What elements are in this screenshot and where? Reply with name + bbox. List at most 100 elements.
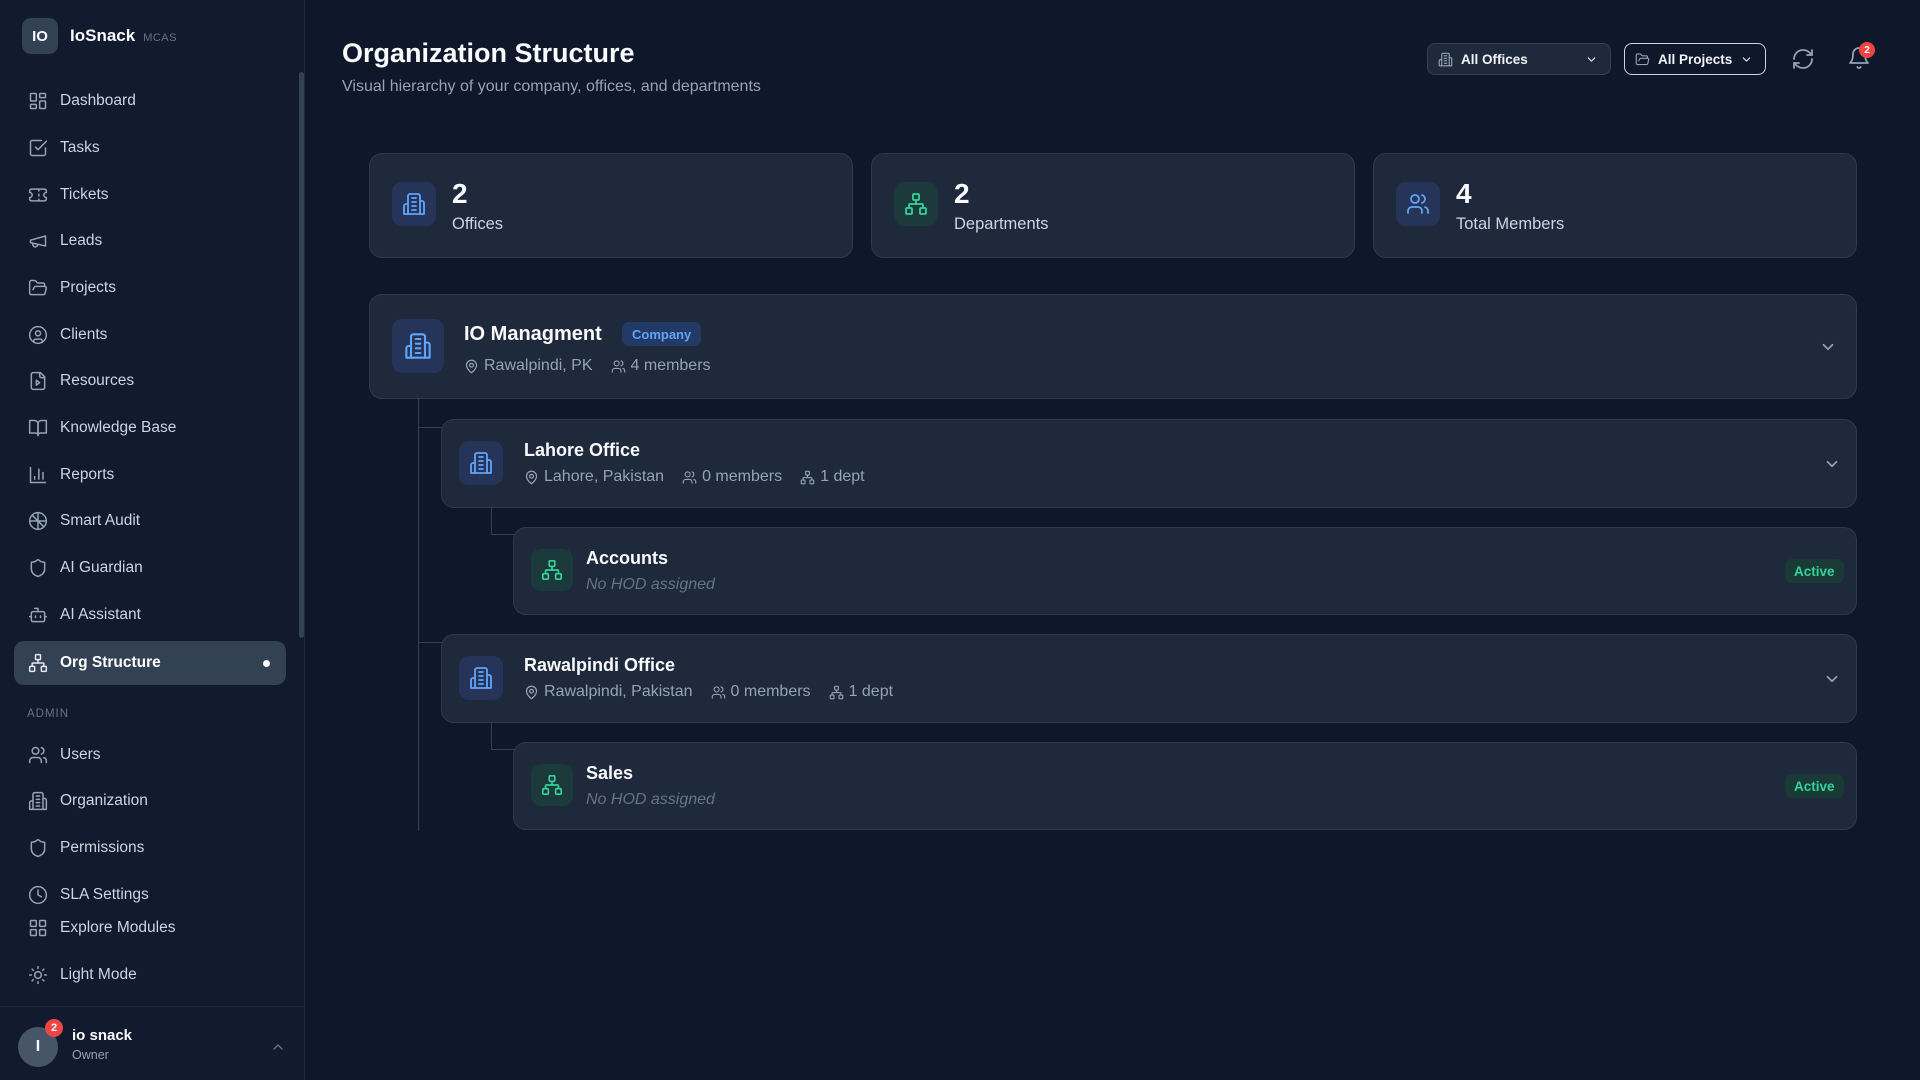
refresh-icon[interactable] <box>1791 47 1815 71</box>
chevron-down-icon[interactable] <box>1819 338 1837 356</box>
office-location: Lahore, Pakistan <box>524 468 664 486</box>
sidebar-item-org-structure[interactable]: Org Structure <box>14 641 286 685</box>
page-title: Organization Structure <box>342 38 635 68</box>
brand-tag: MCAS <box>143 31 177 44</box>
sidebar-item-label: Projects <box>60 279 116 296</box>
sidebar-item-leads[interactable]: Leads <box>14 219 286 263</box>
sidebar-item-label: Permissions <box>60 839 145 856</box>
stat-label: Offices <box>452 215 504 233</box>
department-hod: No HOD assigned <box>586 791 715 808</box>
chevron-down-icon[interactable] <box>1823 670 1841 688</box>
stat-value: 2 <box>452 178 468 209</box>
dashboard-icon <box>28 91 48 111</box>
members-text: 4 members <box>630 357 711 374</box>
sidebar-item-label: AI Assistant <box>60 606 141 623</box>
offices-filter[interactable]: All Offices <box>1427 43 1611 75</box>
users-icon <box>1406 192 1430 216</box>
user-notification-badge: 2 <box>45 1019 63 1037</box>
chevron-down-icon <box>1585 53 1598 66</box>
sidebar-item-label: Organization <box>60 792 148 809</box>
department-icon-box <box>531 764 573 806</box>
sidebar-item-reports[interactable]: Reports <box>14 453 286 497</box>
brand-name: IoSnack <box>70 26 136 45</box>
sidebar-scrollbar[interactable] <box>299 72 304 638</box>
sidebar-item-label: Clients <box>60 326 108 343</box>
sidebar-item-smart-audit[interactable]: Smart Audit <box>14 499 286 543</box>
sidebar-item-tickets[interactable]: Tickets <box>14 173 286 217</box>
stat-card-total-members: 4 Total Members <box>1373 153 1857 258</box>
notifications-button[interactable]: 2 <box>1847 42 1875 72</box>
brand[interactable]: IO IoSnack MCAS <box>22 18 177 54</box>
sidebar-item-label: Leads <box>60 232 103 249</box>
sidebar-item-knowledge-base[interactable]: Knowledge Base <box>14 406 286 450</box>
users-icon <box>682 470 697 485</box>
sidebar-item-tasks[interactable]: Tasks <box>14 126 286 170</box>
projects-filter[interactable]: All Projects <box>1624 43 1766 75</box>
sidebar-item-label: AI Guardian <box>60 559 143 576</box>
sidebar-item-clients[interactable]: Clients <box>14 313 286 357</box>
sun-icon <box>28 965 48 985</box>
status-badge: Active <box>1785 774 1844 798</box>
bar-chart-icon <box>28 465 48 485</box>
clock-icon <box>28 885 48 905</box>
ticket-icon <box>28 185 48 205</box>
company-name: IO Managment <box>464 323 602 345</box>
sidebar-item-label: Light Mode <box>60 966 137 983</box>
network-icon <box>829 685 844 700</box>
network-icon <box>904 192 928 216</box>
sidebar-item-label: Tasks <box>60 139 100 156</box>
sidebar-item-organization[interactable]: Organization <box>14 779 286 823</box>
folder-icon <box>1635 52 1650 67</box>
bot-icon <box>28 605 48 625</box>
office-members: 0 members <box>711 683 811 701</box>
active-indicator <box>263 660 270 667</box>
department-node-accounts[interactable]: Accounts No HOD assigned Active <box>513 527 1857 615</box>
sidebar-item-explore-modules[interactable]: Explore Modules <box>14 906 286 950</box>
tasks-icon <box>28 138 48 158</box>
book-icon <box>28 418 48 438</box>
location-text: Lahore, Pakistan <box>544 468 665 485</box>
office-node-lahore[interactable]: Lahore Office Lahore, Pakistan 0 members… <box>441 419 1857 508</box>
stat-card-offices: 2 Offices <box>369 153 853 258</box>
stat-icon-box <box>392 182 436 226</box>
company-node[interactable]: IO Managment Company Rawalpindi, PK 4 me… <box>369 294 1857 399</box>
sidebar-item-resources[interactable]: Resources <box>14 359 286 403</box>
chevron-down-icon[interactable] <box>1823 455 1841 473</box>
sidebar-item-label: SLA Settings <box>60 886 149 903</box>
map-pin-icon <box>464 359 479 374</box>
sidebar-item-light-mode[interactable]: Light Mode <box>14 953 286 997</box>
chevron-up-icon[interactable] <box>270 1039 286 1055</box>
brain-icon <box>28 511 48 531</box>
office-node-rawalpindi[interactable]: Rawalpindi Office Rawalpindi, Pakistan 0… <box>441 634 1857 723</box>
department-name: Sales <box>586 763 634 783</box>
building-icon <box>28 791 48 811</box>
building-icon <box>404 332 432 360</box>
sidebar-item-projects[interactable]: Projects <box>14 266 286 310</box>
network-icon <box>541 774 563 796</box>
company-icon-box <box>392 319 444 373</box>
office-depts: 1 dept <box>829 683 893 701</box>
company-location: Rawalpindi, PK <box>464 357 593 375</box>
sidebar-item-label: Explore Modules <box>60 919 176 936</box>
department-name: Accounts <box>586 548 669 568</box>
user-profile[interactable]: I 2 io snack Owner <box>0 1006 305 1080</box>
stat-card-departments: 2 Departments <box>871 153 1355 258</box>
sidebar-item-label: Dashboard <box>60 92 136 109</box>
stat-value: 4 <box>1456 178 1472 209</box>
sidebar-item-users[interactable]: Users <box>14 733 286 777</box>
projects-filter-value: All Projects <box>1658 51 1733 67</box>
building-icon <box>469 451 493 475</box>
sidebar-item-label: Reports <box>60 466 115 483</box>
tree-connector <box>491 723 492 750</box>
network-icon <box>800 470 815 485</box>
company-meta: Rawalpindi, PK 4 members <box>464 357 729 375</box>
sidebar-item-permissions[interactable]: Permissions <box>14 826 286 870</box>
sidebar-item-ai-guardian[interactable]: AI Guardian <box>14 546 286 590</box>
brand-logo: IO <box>22 18 58 54</box>
department-node-sales[interactable]: Sales No HOD assigned Active <box>513 742 1857 830</box>
sidebar-item-dashboard[interactable]: Dashboard <box>14 79 286 123</box>
sidebar-item-ai-assistant[interactable]: AI Assistant <box>14 593 286 637</box>
stat-label: Departments <box>954 215 1049 233</box>
location-text: Rawalpindi, Pakistan <box>544 683 693 700</box>
map-pin-icon <box>524 470 539 485</box>
